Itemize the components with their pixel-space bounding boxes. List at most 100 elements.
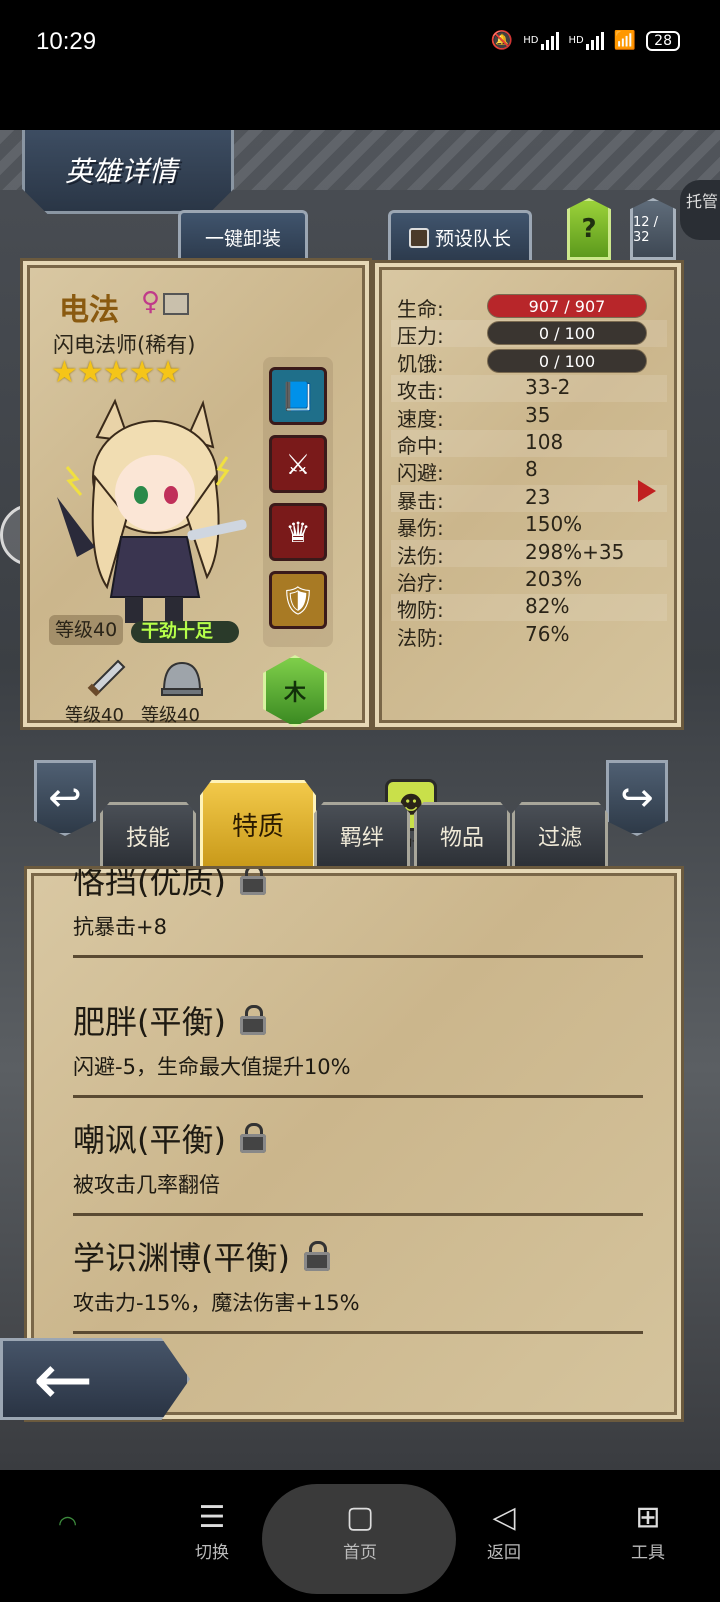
page-title: 英雄详情: [65, 155, 178, 188]
tab-1[interactable]: 特质: [200, 780, 316, 866]
stat-value: 76%: [525, 621, 570, 646]
lock-icon: [303, 1241, 330, 1271]
back-button[interactable]: ←: [0, 1338, 190, 1420]
signal-icon-2: [585, 31, 604, 50]
rarity-stars: ★★★★★: [51, 355, 181, 390]
equip-slot-gauntlet[interactable]: ⚔: [269, 435, 327, 493]
hero-card: 电法 ♀ 闪电法师(稀有) ★★★★★ 📘 ⚔ ♛ 🛡 等级40 干劲十足 等级…: [20, 258, 372, 730]
stat-value: 907 / 907: [487, 294, 647, 318]
tools-button[interactable]: ⊞ 工具: [608, 1498, 688, 1563]
trait-name-row: 学识渊博(平衡): [73, 1231, 669, 1281]
stat-row: 暴击: 23: [397, 485, 667, 513]
trait-item[interactable]: 嘲讽(平衡) 被攻击几率翻倍: [73, 1113, 669, 1216]
helmet-icon: [157, 657, 207, 701]
mute-icon: 🔕: [490, 30, 514, 51]
stat-row: 法伤: 298%+35: [397, 540, 667, 568]
equip-slot-shield[interactable]: 🛡: [269, 571, 327, 629]
lock-icon: [239, 1005, 266, 1035]
stat-label: 法防:: [397, 625, 444, 650]
unequip-all-button[interactable]: 一键卸装: [178, 210, 308, 262]
trait-item[interactable]: 恪挡(优质) 抗暴击+8: [73, 869, 669, 958]
crown-helmet-icon: ♛: [285, 515, 311, 549]
grid-icon: ⊞: [635, 1500, 661, 1535]
signal-icon: [540, 31, 559, 50]
gauntlet-icon: ⚔: [285, 447, 311, 481]
divider: [73, 955, 643, 958]
switch-label: 切换: [195, 1543, 229, 1563]
system-nav-bar: ◠ ☰ 切换 ▢ 首页 ◁ 返回 ⊞ 工具: [0, 1470, 720, 1602]
stat-row: 生命: 907 / 907: [397, 293, 667, 321]
armor-level: 等级40: [141, 705, 200, 726]
stat-label: 攻击:: [397, 379, 444, 404]
stat-value: 0 / 100: [487, 321, 647, 346]
stat-row: 速度: 35: [397, 403, 667, 431]
hero-name: 电法: [59, 293, 119, 328]
stat-label: 暴击:: [397, 488, 444, 513]
stat-value: 0 / 100: [487, 348, 647, 373]
tab-4[interactable]: 过滤: [512, 802, 608, 866]
stat-row: 法防: 76%: [397, 621, 667, 650]
checkbox-icon[interactable]: [408, 227, 429, 248]
trait-name-row: 嘲讽(平衡): [73, 1113, 669, 1163]
home-button[interactable]: ▢ 首页: [320, 1498, 400, 1563]
trait-name: 学识渊博(平衡): [73, 1239, 290, 1277]
clock: 10:29: [36, 28, 97, 55]
switch-button[interactable]: ☰ 切换: [172, 1498, 252, 1563]
trait-desc: 被攻击几率翻倍: [73, 1173, 220, 1197]
stat-row: 闪避: 8: [397, 457, 667, 486]
preset-captain-toggle[interactable]: 预设队长: [388, 210, 532, 262]
nav-back-button[interactable]: ◁ 返回: [464, 1498, 544, 1563]
net-label-1: HD: [523, 35, 539, 46]
tab-3[interactable]: 物品: [414, 802, 510, 866]
net-label-2: HD: [568, 35, 584, 46]
hero-level: 等级40: [49, 615, 124, 645]
stat-label: 生命:: [397, 297, 444, 321]
stat-label: 物防:: [397, 598, 444, 623]
more-stats-arrow-icon[interactable]: [638, 480, 656, 502]
armor-slot[interactable]: 等级40: [141, 655, 221, 727]
lock-icon: [239, 1123, 266, 1153]
hero-portrait: [57, 398, 247, 623]
stat-value: 33-2: [525, 375, 571, 400]
lock-icon: [239, 869, 266, 895]
trait-desc: 攻击力-15%，魔法伤害+15%: [73, 1291, 360, 1315]
divider: [73, 1213, 643, 1216]
stat-label: 饥饿:: [397, 351, 444, 376]
hosted-button[interactable]: 托管: [680, 180, 720, 240]
prev-hero-button[interactable]: ↩: [34, 760, 96, 836]
weapon-slot[interactable]: 等级40: [65, 655, 145, 727]
stat-label: 闪避:: [397, 461, 444, 486]
trait-name: 肥胖(平衡): [73, 1003, 226, 1041]
back-arrow-icon: ←: [33, 1337, 94, 1421]
trait-desc: 闪避-5，生命最大值提升10%: [73, 1055, 351, 1079]
trait-item[interactable]: 肥胖(平衡) 闪避-5，生命最大值提升10%: [73, 995, 669, 1098]
equip-slot-spellbook[interactable]: 📘: [269, 367, 327, 425]
equip-slot-helmet[interactable]: ♛: [269, 503, 327, 561]
trait-name: 嘲讽(平衡): [73, 1121, 226, 1159]
tab-bar: 技能 特质 羁绊 物品 过滤: [100, 780, 620, 870]
trait-item[interactable]: 学识渊博(平衡) 攻击力-15%，魔法伤害+15%: [73, 1231, 669, 1334]
equipment-column: 📘 ⚔ ♛ 🛡: [263, 357, 333, 647]
arrow-left-icon: ↩: [48, 775, 82, 821]
trait-name-row: 肥胖(平衡): [73, 995, 669, 1045]
divider: [73, 1095, 643, 1098]
stat-label: 法伤:: [397, 543, 444, 568]
spellbook-icon: 📘: [280, 379, 316, 413]
sword-icon: [81, 657, 131, 701]
home-icon: ▢: [345, 1500, 375, 1535]
game-screen: 英雄详情 托管 一键卸装 预设队长 ? 12 / 32 ⇕ 电法 ♀ 闪电法师(…: [0, 130, 720, 1470]
stat-value: 203%: [525, 567, 583, 591]
stat-label: 速度:: [397, 406, 444, 431]
nav-back-label: 返回: [487, 1543, 521, 1563]
status-bar: 10:29 🔕 HD HD 📶 28: [0, 0, 720, 90]
help-button[interactable]: ?: [567, 198, 611, 260]
switch-icon: ☰: [198, 1500, 226, 1535]
trait-desc: 抗暴击+8: [73, 915, 167, 939]
tab-0[interactable]: 技能: [100, 802, 196, 866]
edit-name-icon[interactable]: [163, 293, 189, 315]
tab-2[interactable]: 羁绊: [314, 802, 410, 866]
stat-label: 暴伤:: [397, 516, 444, 541]
stat-row: 物防: 82%: [397, 594, 667, 623]
stat-label: 命中:: [397, 434, 444, 458]
stat-value: 150%: [525, 512, 583, 537]
